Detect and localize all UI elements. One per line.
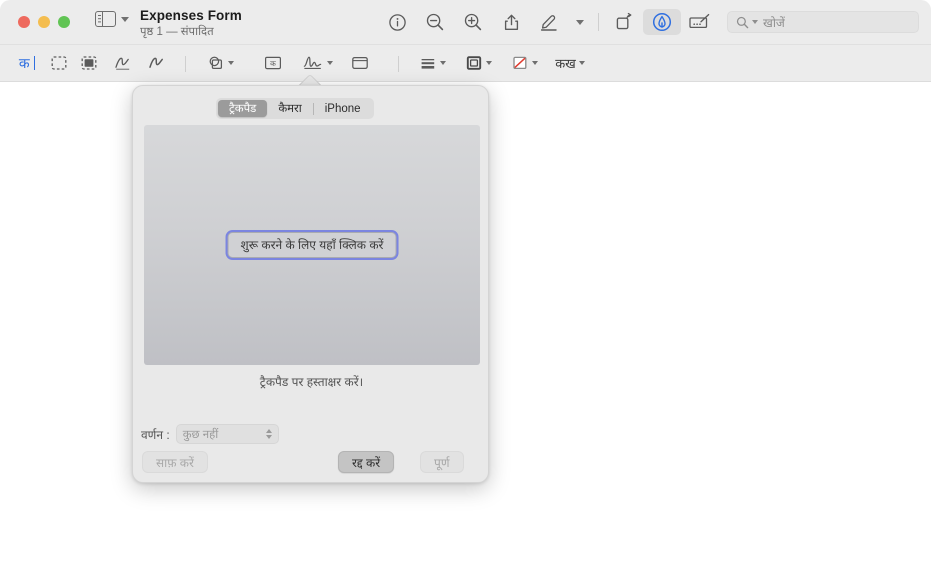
document-title-block: Expenses Form पृष्ठ 1 — संपादित: [140, 8, 242, 39]
preview-window: Expenses Form पृष्ठ 1 — संपादित खोजें क …: [0, 0, 931, 585]
page-title: Expenses Form: [140, 8, 242, 23]
chevron-down-icon[interactable]: [121, 16, 129, 22]
markup-divider-1: [185, 56, 186, 72]
tab-camera[interactable]: कैमरा: [267, 100, 312, 117]
description-label: वर्णन :: [141, 427, 170, 442]
draw-tool[interactable]: [142, 50, 172, 76]
text-box-icon: क: [264, 56, 282, 70]
description-value: कुछ नहीं: [182, 428, 219, 441]
draw-icon: [149, 57, 163, 68]
shape-style-tool[interactable]: [412, 50, 452, 76]
text-selection-tool[interactable]: क: [12, 50, 42, 76]
trackpad-drawing-area[interactable]: शुरू करने के लिए यहाँ क्लिक करें: [144, 125, 480, 365]
text-box-tool[interactable]: क: [258, 50, 288, 76]
cancel-button[interactable]: रद्द करें: [338, 451, 395, 473]
search-chevron-icon[interactable]: [752, 20, 758, 24]
form-fill-button[interactable]: [681, 9, 719, 35]
sketch-tool[interactable]: [108, 50, 138, 76]
title-bar: Expenses Form पृष्ठ 1 — संपादित खोजें: [0, 0, 931, 45]
zoom-in-button[interactable]: [454, 9, 492, 35]
fill-color-tool[interactable]: [504, 50, 544, 76]
shapes-tool[interactable]: [200, 50, 240, 76]
close-button[interactable]: [18, 16, 30, 28]
highlight-options-button[interactable]: [568, 9, 592, 35]
instant-alpha-tool[interactable]: [74, 50, 104, 76]
search-placeholder: खोजें: [763, 15, 785, 30]
start-signature-button[interactable]: शुरू करने के लिए यहाँ क्लिक करें: [225, 230, 399, 260]
sidebar-icon: [95, 11, 116, 27]
text-cursor-icon: क: [18, 54, 30, 71]
rotate-icon: [616, 12, 632, 30]
markup-toolbar: क क कख: [0, 45, 931, 82]
page-subtitle: पृष्ठ 1 — संपादित: [140, 25, 214, 38]
chevron-updown-icon: [265, 429, 272, 439]
tab-trackpad[interactable]: ट्रैकपैड: [218, 100, 268, 117]
border-style-chevron-icon[interactable]: [485, 61, 492, 65]
note-icon: [352, 56, 368, 70]
signature-tool[interactable]: [296, 50, 338, 76]
done-button[interactable]: पूर्ण: [420, 451, 464, 473]
minimize-button[interactable]: [38, 16, 50, 28]
form-fill-icon: [689, 13, 710, 29]
zoom-button[interactable]: [58, 16, 70, 28]
markup-icon: [652, 12, 672, 32]
signature-popover: ट्रैकपैड कैमरा iPhone शुरू करने के लिए य…: [132, 85, 489, 483]
border-style-tool[interactable]: [458, 50, 498, 76]
sketch-icon: [115, 57, 130, 70]
dashed-rect-icon: [51, 56, 67, 70]
signature-icon: [303, 56, 321, 69]
search-field[interactable]: खोजें: [727, 11, 919, 33]
zoom-out-button[interactable]: [416, 9, 454, 35]
highlight-button[interactable]: [530, 9, 568, 35]
markup-button[interactable]: [643, 9, 681, 35]
svg-text:क: क: [270, 59, 276, 68]
info-icon: [388, 13, 406, 31]
markup-divider-2: [398, 56, 399, 72]
shapes-chevron-icon[interactable]: [227, 61, 234, 65]
highlight-pen-icon: [540, 15, 557, 31]
caret-icon: [33, 56, 36, 70]
shape-style-icon: [421, 59, 434, 69]
share-button[interactable]: [492, 9, 530, 35]
zoom-in-icon: [464, 13, 482, 31]
signature-source-tabs: ट्रैकपैड कैमरा iPhone: [216, 98, 374, 119]
instant-alpha-icon: [81, 56, 97, 70]
note-tool[interactable]: [344, 50, 376, 76]
fill-color-chevron-icon[interactable]: [531, 61, 538, 65]
info-button[interactable]: [378, 9, 416, 35]
share-icon: [504, 14, 518, 30]
fill-color-icon: [512, 56, 526, 70]
shapes-icon: [209, 56, 222, 70]
tab-iphone[interactable]: iPhone: [314, 100, 372, 117]
highlight-chevron-icon[interactable]: [576, 19, 584, 25]
rotate-button[interactable]: [605, 9, 643, 35]
text-style-label: कख: [555, 56, 576, 71]
border-style-icon: [466, 56, 481, 70]
traffic-lights: [18, 16, 70, 28]
toolbar-divider: [598, 13, 599, 31]
trackpad-hint-text: ट्रैकपैड पर हस्ताक्षर करें।: [259, 375, 364, 389]
signature-chevron-icon[interactable]: [326, 61, 333, 65]
search-icon: [736, 16, 749, 28]
text-style-chevron-icon[interactable]: [578, 61, 585, 65]
clear-button[interactable]: साफ़ करें: [142, 451, 208, 473]
description-row: वर्णन : कुछ नहीं: [141, 424, 279, 444]
rectangular-selection-tool[interactable]: [44, 50, 74, 76]
shape-style-chevron-icon[interactable]: [439, 61, 446, 65]
zoom-out-icon: [426, 13, 444, 31]
sidebar-toggle-button[interactable]: [95, 11, 129, 27]
description-select[interactable]: कुछ नहीं: [175, 424, 279, 444]
text-style-tool[interactable]: कख: [548, 50, 592, 76]
titlebar-toolbar: [378, 9, 719, 35]
